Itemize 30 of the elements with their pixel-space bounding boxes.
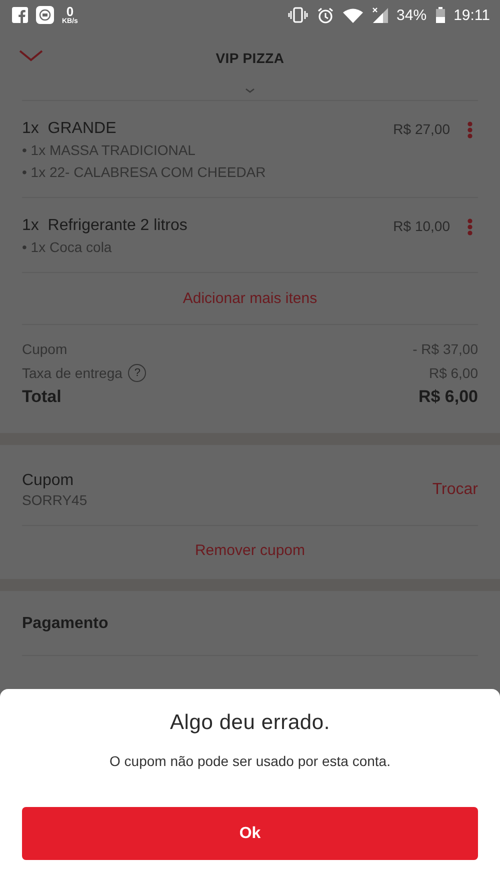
total-value: R$ 6,00 — [418, 386, 478, 408]
chevron-down-icon[interactable] — [18, 48, 44, 64]
app-icon — [36, 6, 54, 24]
page-title: VIP PIZZA — [216, 50, 284, 66]
coupon-title: Cupom — [22, 471, 75, 491]
item-name: 1x Refrigerante 2 litros — [22, 216, 188, 236]
item-price: R$ 10,00 — [393, 217, 450, 236]
ok-button[interactable]: Ok — [22, 807, 478, 860]
facebook-icon — [12, 7, 28, 23]
battery-icon — [436, 7, 445, 23]
section-title: Pagamento — [22, 591, 478, 656]
add-items-link[interactable]: Adicionar mais itens — [182, 290, 318, 307]
wifi-icon — [342, 8, 363, 22]
dialog-message: O cupom não pode ser usado por esta conta. — [110, 753, 390, 769]
network-speed: 0 — [66, 5, 74, 18]
more-icon[interactable] — [467, 218, 473, 236]
chevron-icon[interactable] — [245, 88, 255, 94]
signal-icon — [372, 7, 388, 23]
battery-percent: 34% — [396, 6, 427, 24]
help-icon[interactable]: ? — [128, 364, 146, 382]
item-price: R$ 27,00 — [393, 120, 450, 139]
item-name: 1x GRANDE — [22, 119, 118, 139]
clock: 19:11 — [454, 6, 490, 24]
change-coupon-link[interactable]: Trocar — [432, 481, 478, 499]
vibrate-icon — [288, 7, 308, 23]
alarm-icon — [316, 6, 334, 24]
remove-coupon-link[interactable]: Remover cupom — [194, 542, 306, 559]
dialog-title: Algo deu errado. — [170, 711, 330, 735]
more-icon[interactable] — [467, 121, 473, 139]
total-label: Total — [22, 386, 62, 408]
